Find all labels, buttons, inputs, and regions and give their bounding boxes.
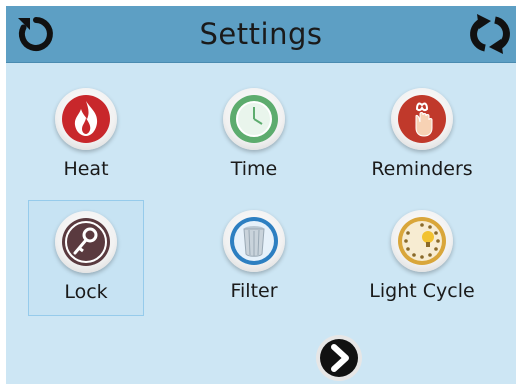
flame-icon [55, 88, 117, 150]
settings-screen: Settings Heat Time Reminders Lock Filter… [6, 6, 516, 384]
tile-label: Light Cycle [369, 280, 475, 302]
light-cycle-icon [391, 210, 453, 272]
page-title: Settings [199, 17, 323, 51]
next-page-button[interactable] [315, 334, 363, 382]
tile-label: Filter [230, 280, 278, 302]
tile-label: Time [230, 158, 278, 180]
clock-icon [223, 88, 285, 150]
tile-label: Lock [64, 281, 108, 303]
chevron-right-icon [316, 335, 362, 381]
reminders-tile[interactable]: Reminders [364, 78, 480, 194]
tile-label: Heat [63, 158, 109, 180]
filter-tile[interactable]: Filter [196, 200, 312, 316]
key-icon [55, 211, 117, 273]
light-cycle-tile[interactable]: Light Cycle [364, 200, 480, 316]
refresh-icon [470, 14, 510, 54]
time-tile[interactable]: Time [196, 78, 312, 194]
reminder-hand-icon [391, 88, 453, 150]
lock-tile[interactable]: Lock [28, 200, 144, 316]
tile-label: Reminders [371, 158, 473, 180]
filter-cartridge-icon [223, 210, 285, 272]
header-bar: Settings [6, 6, 516, 63]
refresh-button[interactable] [468, 12, 512, 56]
heat-tile[interactable]: Heat [28, 78, 144, 194]
